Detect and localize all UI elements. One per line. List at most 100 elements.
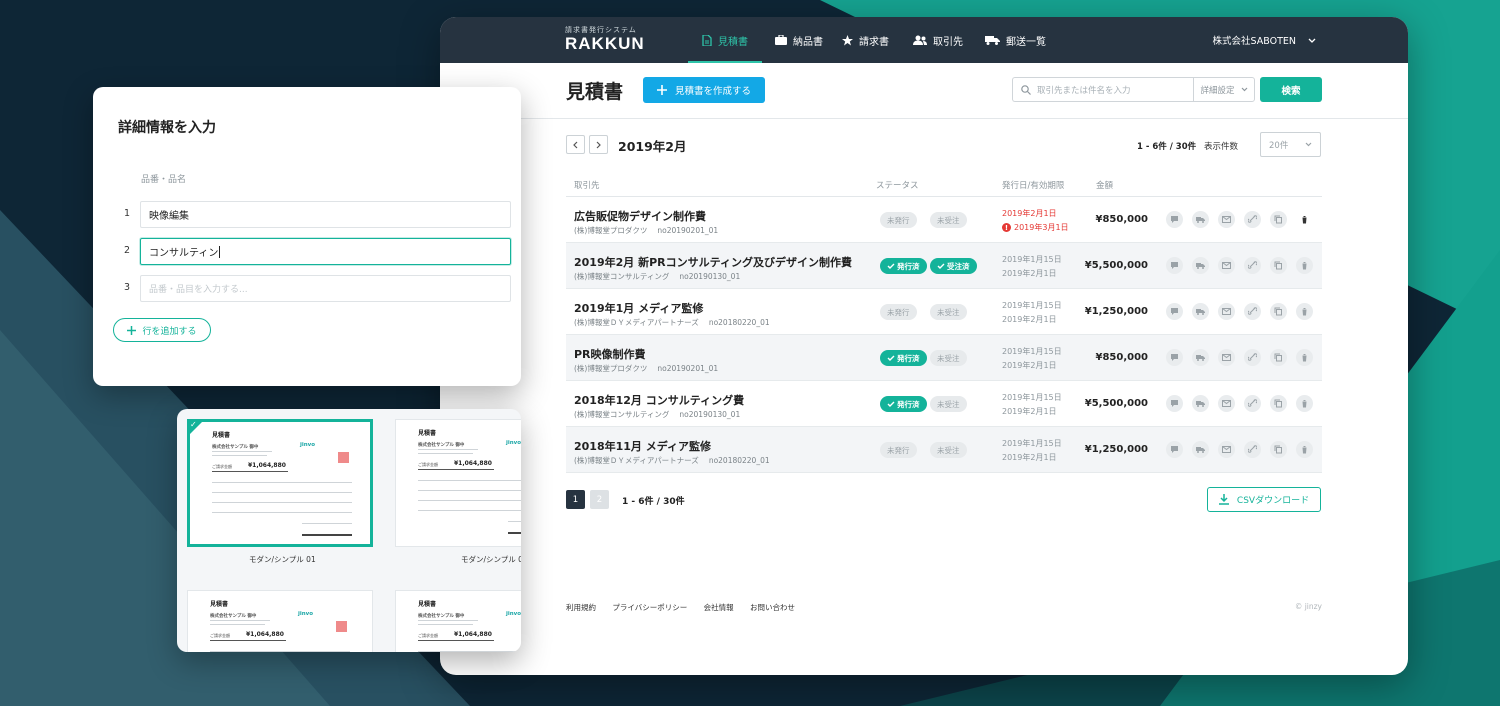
footer-link-contact[interactable]: お問い合わせ (750, 603, 795, 612)
comment-action-button[interactable] (1166, 349, 1183, 366)
trash-action-button[interactable] (1296, 441, 1313, 458)
company-account-menu[interactable]: 株式会社SABOTEN (1213, 17, 1316, 63)
template-thumbnail[interactable]: 見積書 株式会社サンプル 御中 jinvo ご請求金額 ¥1,064,880 (187, 590, 373, 652)
estimate-subject[interactable]: PR映像制作費 (574, 346, 864, 362)
comment-action-button[interactable] (1166, 211, 1183, 228)
footer-link-privacy[interactable]: プライバシーポリシー (612, 603, 687, 612)
template-thumbnail[interactable]: ✓ 見積書 株式会社サンプル 御中 jinvo ご請求金額 ¥1,064,880 (187, 419, 373, 547)
order-status-badge[interactable]: 未受注 (930, 350, 967, 366)
comment-action-button[interactable] (1166, 441, 1183, 458)
template-line (418, 640, 494, 641)
page-button-current[interactable]: 1 (566, 490, 585, 509)
mail-action-button[interactable] (1218, 441, 1235, 458)
app-logo[interactable]: 請求書発行システム RAKKUN (565, 25, 645, 54)
mail-action-button[interactable] (1218, 303, 1235, 320)
add-row-button[interactable]: 行を追加する (113, 318, 211, 342)
item-name-input[interactable]: 映像編集 (140, 201, 511, 228)
link-action-button[interactable] (1244, 349, 1261, 366)
link-action-button[interactable] (1244, 303, 1261, 320)
footer-link-terms[interactable]: 利用規約 (566, 603, 596, 612)
nav-item-clients[interactable]: 取引先 (913, 17, 963, 63)
footer-link-company[interactable]: 会社情報 (704, 603, 734, 612)
nav-item-invoices[interactable]: 請求書 (842, 17, 889, 63)
copy-action-button[interactable] (1270, 211, 1287, 228)
item-name-input[interactable]: 品番・品目を入力する... (140, 275, 511, 302)
pagination-count: 1 - 6件 / 30件 (622, 497, 685, 507)
copy-action-button[interactable] (1270, 441, 1287, 458)
template-thumbnail[interactable]: 見積書 株式会社サンプル 御中 jinvo ご請求金額 ¥1,064,880 (395, 590, 521, 652)
search-input[interactable]: 取引先または件名を入力 (1012, 77, 1193, 102)
trash-action-button[interactable] (1296, 395, 1313, 412)
mail-action-button[interactable] (1218, 395, 1235, 412)
page-button-next[interactable]: 2 (590, 490, 609, 509)
trash-action-button[interactable] (1296, 211, 1313, 228)
truck-action-button[interactable] (1192, 349, 1209, 366)
trash-action-button[interactable] (1296, 257, 1313, 274)
truck-action-button[interactable] (1192, 257, 1209, 274)
trash-action-button[interactable] (1296, 349, 1313, 366)
comment-action-button[interactable] (1166, 395, 1183, 412)
estimate-subject[interactable]: 広告販促物デザイン制作費 (574, 208, 864, 224)
order-status-badge[interactable]: 未受注 (930, 396, 967, 412)
estimate-client-line: (株)博報堂コンサルティング no20190130_01 (574, 271, 740, 282)
issue-status-badge[interactable]: 未発行 (880, 212, 917, 228)
estimate-amount: ¥1,250,000 (1084, 444, 1148, 455)
issue-status-badge[interactable]: 発行済 (880, 350, 927, 366)
estimate-subject[interactable]: 2018年12月 コンサルティング費 (574, 392, 864, 408)
search-button[interactable]: 検索 (1260, 77, 1322, 102)
truck-action-button[interactable] (1192, 441, 1209, 458)
nav-item-estimates[interactable]: 見積書 (688, 17, 762, 63)
copy-action-button[interactable] (1270, 395, 1287, 412)
table-row[interactable]: PR映像制作費 (株)博報堂プロダクツ no20190201_01 発行済 未受注 201… (566, 335, 1322, 381)
trash-action-button[interactable] (1296, 303, 1313, 320)
link-action-button[interactable] (1244, 257, 1261, 274)
copy-action-button[interactable] (1270, 349, 1287, 366)
copy-action-button[interactable] (1270, 303, 1287, 320)
detail-settings-select[interactable]: 詳細設定 (1193, 77, 1255, 102)
order-status-badge[interactable]: 未受注 (930, 212, 967, 228)
table-row[interactable]: 2019年1月 メディア監修 (株)博報堂ＤＹメディアパートナーズ no201802… (566, 289, 1322, 335)
client-name: (株)博報堂コンサルティング (574, 410, 670, 419)
create-estimate-button[interactable]: 見積書を作成する (643, 77, 765, 103)
table-row[interactable]: 2018年12月 コンサルティング費 (株)博報堂コンサルティング no201901… (566, 381, 1322, 427)
truck-action-button[interactable] (1192, 211, 1209, 228)
next-month-button[interactable] (589, 135, 608, 154)
comment-action-button[interactable] (1166, 303, 1183, 320)
table-row[interactable]: 2019年2月 新PRコンサルティング及びデザイン制作費 (株)博報堂コンサルティ… (566, 243, 1322, 289)
nav-item-delivery-notes[interactable]: 納品書 (775, 17, 823, 63)
issue-status-badge[interactable]: 発行済 (880, 258, 927, 274)
chevron-left-icon (573, 141, 578, 148)
template-thumbnail[interactable]: 見積書 株式会社サンプル 御中 jinvo ご請求金額 ¥1,064,880 (395, 419, 521, 547)
csv-download-button[interactable]: CSVダウンロード (1207, 487, 1321, 512)
mail-action-button[interactable] (1218, 211, 1235, 228)
issue-status-label: 未発行 (887, 215, 910, 225)
nav-item-mail-list[interactable]: 郵送一覧 (985, 17, 1046, 63)
issue-status-badge[interactable]: 発行済 (880, 396, 927, 412)
truck-action-button[interactable] (1192, 395, 1209, 412)
estimate-number: no20190201_01 (657, 226, 719, 235)
copy-action-button[interactable] (1270, 257, 1287, 274)
per-page-select[interactable]: 20件 (1260, 132, 1321, 157)
mail-icon (1222, 400, 1231, 407)
item-name-input-focused[interactable]: コンサルティン (140, 238, 511, 265)
estimate-subject[interactable]: 2018年11月 メディア監修 (574, 438, 864, 454)
link-action-button[interactable] (1244, 211, 1261, 228)
table-row[interactable]: 広告販促物デザイン制作費 (株)博報堂プロダクツ no20190201_01 未発行 未… (566, 197, 1322, 243)
table-row[interactable]: 2018年11月 メディア監修 (株)博報堂ＤＹメディアパートナーズ no20180… (566, 427, 1322, 473)
template-line (418, 651, 521, 652)
order-status-badge[interactable]: 受注済 (930, 258, 977, 274)
estimate-subject[interactable]: 2019年2月 新PRコンサルティング及びデザイン制作費 (574, 254, 864, 270)
prev-month-button[interactable] (566, 135, 585, 154)
estimate-subject[interactable]: 2019年1月 メディア監修 (574, 300, 864, 316)
mail-action-button[interactable] (1218, 349, 1235, 366)
mail-action-button[interactable] (1218, 257, 1235, 274)
link-action-button[interactable] (1244, 441, 1261, 458)
link-action-button[interactable] (1244, 395, 1261, 412)
trash-icon (1301, 354, 1308, 362)
comment-action-button[interactable] (1166, 257, 1183, 274)
issue-status-badge[interactable]: 未発行 (880, 442, 917, 458)
order-status-badge[interactable]: 未受注 (930, 304, 967, 320)
order-status-badge[interactable]: 未受注 (930, 442, 967, 458)
truck-action-button[interactable] (1192, 303, 1209, 320)
issue-status-badge[interactable]: 未発行 (880, 304, 917, 320)
